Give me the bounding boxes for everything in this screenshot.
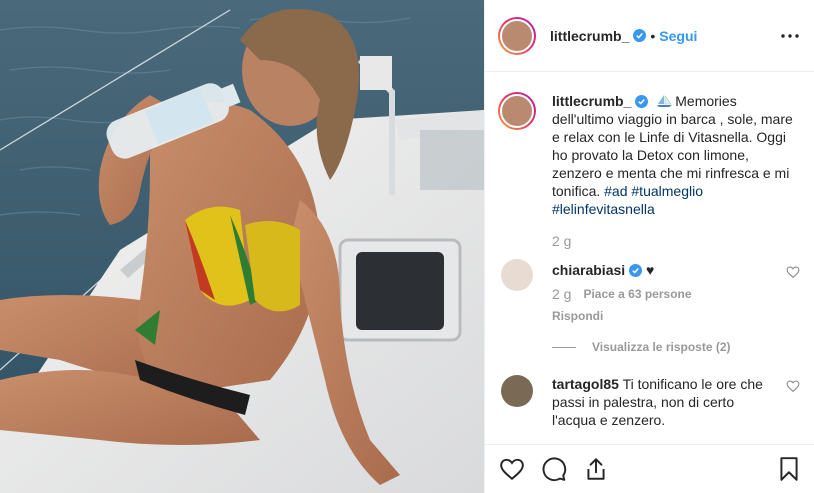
comment-icon[interactable] xyxy=(541,456,567,482)
comment-username[interactable]: chiarabiasi xyxy=(552,262,625,278)
commenter-avatar[interactable] xyxy=(501,259,533,291)
action-bar xyxy=(485,444,814,493)
comment-likes[interactable]: Piace a 63 persone xyxy=(583,285,691,303)
separator-dot: • xyxy=(650,27,656,44)
comment-text: ♥ xyxy=(646,262,655,278)
author-avatar[interactable] xyxy=(498,16,536,55)
author-username[interactable]: littlecrumb_ xyxy=(550,28,629,44)
post-image[interactable] xyxy=(0,0,484,493)
heart-icon[interactable] xyxy=(499,456,525,482)
comment-like-heart-icon[interactable] xyxy=(786,265,800,279)
comment-item: chiarabiasi ♥ 2 g Piace a 63 persone Ris… xyxy=(498,259,800,325)
post-details-panel: littlecrumb_ • Segui littlecrumb_ Memori… xyxy=(484,0,814,493)
hashtag-lelinfevitasnella[interactable]: #lelinfevitasnella xyxy=(552,201,655,217)
hashtag-tualmeglio[interactable]: #tualmeglio xyxy=(631,183,703,199)
view-replies[interactable]: Visualizza le risposte (2) xyxy=(552,340,800,354)
comment-like-heart-icon[interactable] xyxy=(786,379,800,393)
post-photo-illustration xyxy=(0,0,484,493)
caption-username[interactable]: littlecrumb_ xyxy=(552,93,631,109)
commenter-avatar[interactable] xyxy=(501,375,533,407)
verified-badge-icon xyxy=(633,29,647,42)
comment-time[interactable]: 2 g xyxy=(552,285,571,303)
comment-body: chiarabiasi ♥ 2 g Piace a 63 persone Ris… xyxy=(552,261,692,325)
caption-time[interactable]: 2 g xyxy=(552,233,800,249)
caption-avatar[interactable] xyxy=(498,92,536,130)
reply-button[interactable]: Rispondi xyxy=(552,307,603,325)
verified-badge-icon xyxy=(629,264,643,277)
bookmark-icon[interactable] xyxy=(776,456,802,482)
comment-meta: 2 g Piace a 63 persone xyxy=(552,285,692,303)
view-replies-label[interactable]: Visualizza le risposte (2) xyxy=(592,340,731,354)
follow-button[interactable]: Segui xyxy=(659,28,697,44)
comment-username[interactable]: tartagol85 xyxy=(552,376,619,392)
more-options-icon[interactable] xyxy=(780,26,800,46)
caption-body: littlecrumb_ Memories dell'ultimo viaggi… xyxy=(552,92,797,218)
sailboat-emoji-icon xyxy=(657,95,673,107)
comment-item: tartagol85 Ti tonificano le ore che pass… xyxy=(498,375,800,429)
hashtag-ad[interactable]: #ad xyxy=(604,183,627,199)
replies-line xyxy=(552,346,576,348)
post-header: littlecrumb_ • Segui xyxy=(485,0,814,72)
caption: littlecrumb_ Memories dell'ultimo viaggi… xyxy=(498,92,800,218)
comment-actions: Rispondi xyxy=(552,307,692,325)
verified-badge-icon xyxy=(635,95,649,108)
share-icon[interactable] xyxy=(583,456,609,482)
comment-body: tartagol85 Ti tonificano le ore che pass… xyxy=(552,375,772,429)
comments-section: littlecrumb_ Memories dell'ultimo viaggi… xyxy=(485,73,814,444)
